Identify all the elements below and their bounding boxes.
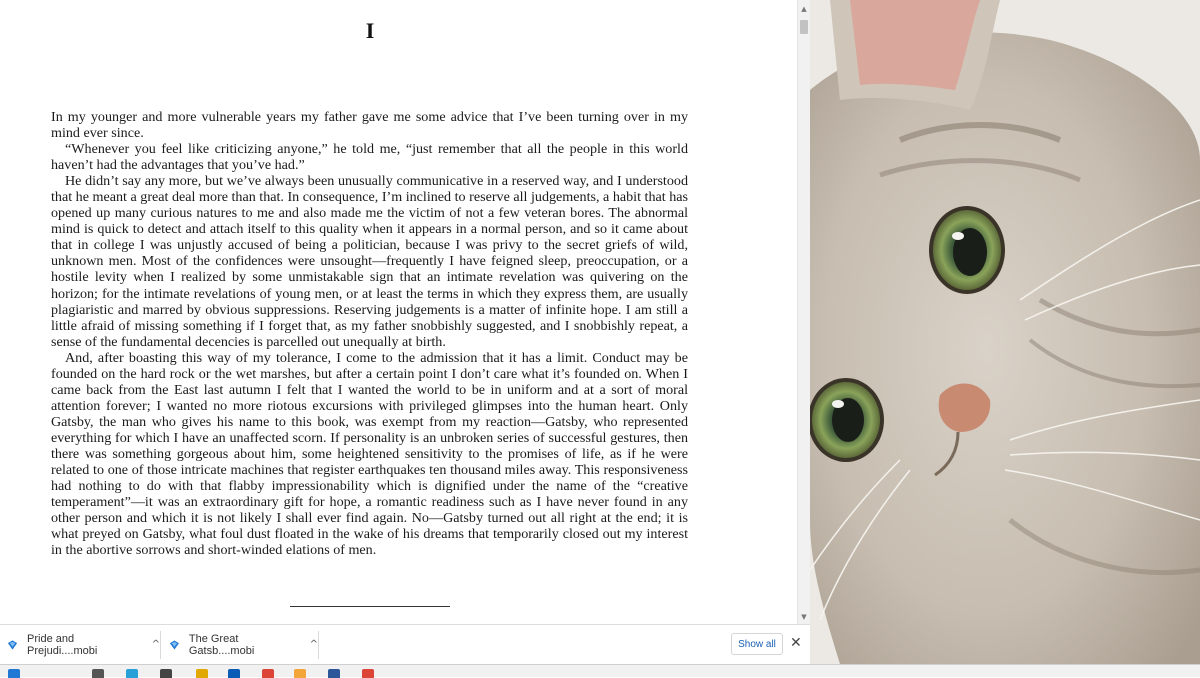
download-filename: Pride and Prejudi....mobi [27, 632, 98, 657]
kitten-image [810, 0, 1200, 664]
scroll-up-arrow-icon[interactable]: ▲ [798, 2, 810, 16]
chapter-text: In my younger and more vulnerable years … [51, 109, 688, 558]
chapter-heading: I [365, 18, 375, 43]
cat-photo [810, 0, 1200, 664]
paragraph-4: And, after boasting this way of my toler… [51, 349, 688, 559]
downloads-shelf: Pride and Prejudi....mobi ^ The Great Ga… [0, 624, 810, 664]
scroll-down-arrow-icon[interactable]: ▼ [798, 610, 810, 624]
vertical-scrollbar[interactable]: ▲ ▼ [797, 0, 810, 624]
download-filename: The Great Gatsb....mobi [188, 632, 255, 657]
chevron-up-icon[interactable]: ^ [310, 639, 318, 650]
book-reader-pane: I In my younger and more vulnerable year… [0, 0, 797, 624]
shelf-divider [160, 631, 161, 659]
mobi-file-icon [169, 639, 179, 650]
shelf-divider [318, 631, 319, 659]
paragraph-2: “Whenever you feel like criticizing anyo… [51, 141, 688, 174]
show-all-downloads-button[interactable]: Show all [731, 633, 783, 655]
paragraph-1: In my younger and more vulnerable years … [51, 109, 688, 142]
section-divider [290, 606, 450, 607]
close-icon[interactable]: ✕ [790, 635, 802, 651]
paragraph-3: He didn’t say any more, but we’ve always… [51, 173, 688, 350]
download-item-pride-and-prejudice[interactable]: Pride and Prejudi....mobi ^ [0, 625, 160, 664]
scroll-thumb[interactable] [800, 20, 808, 34]
mobi-file-icon [7, 639, 18, 650]
windows-taskbar [0, 664, 1200, 678]
chevron-up-icon[interactable]: ^ [152, 639, 160, 650]
download-item-great-gatsby[interactable]: The Great Gatsb....mobi ^ [162, 625, 318, 664]
